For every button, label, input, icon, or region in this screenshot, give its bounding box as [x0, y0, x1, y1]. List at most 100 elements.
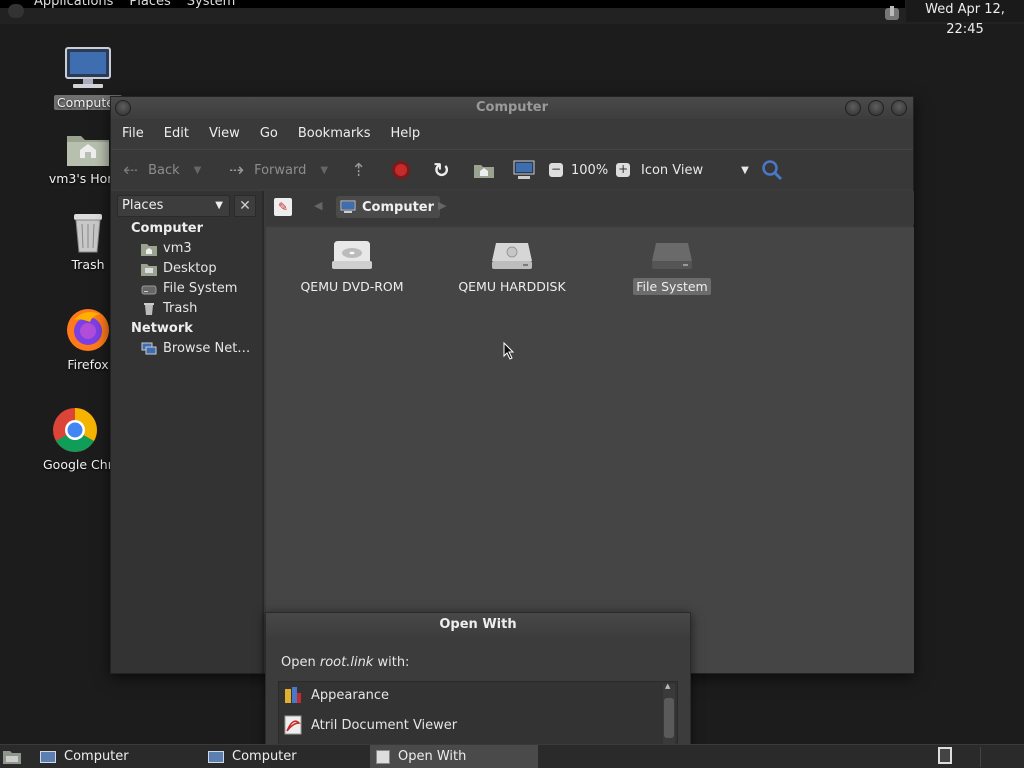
- zoom-out-icon[interactable]: −: [549, 163, 563, 177]
- view-mode-select[interactable]: Icon View ▼: [641, 150, 749, 190]
- desktop-icon-label: Google Chrome: [43, 457, 110, 472]
- sidebar-item-desktop[interactable]: Desktop: [141, 261, 217, 276]
- desktop-icon-trash[interactable]: Trash: [58, 210, 118, 272]
- workspace-2[interactable]: [980, 747, 1020, 767]
- chevron-down-icon: ▼: [215, 200, 223, 211]
- menubar: File Edit View Go Bookmarks Help: [111, 119, 913, 147]
- application-list: Appearance Atril Document Viewer ▲: [278, 681, 678, 753]
- menu-go[interactable]: Go: [260, 126, 278, 141]
- chevron-down-icon: ▼: [741, 164, 749, 176]
- sidebar-item-label: vm3: [163, 241, 192, 256]
- firefox-icon: [67, 309, 109, 351]
- computer-icon: [65, 47, 111, 88]
- sidebar-places-value: Places: [122, 198, 164, 213]
- filesystem-drive-icon: [652, 243, 692, 269]
- menu-file[interactable]: File: [122, 126, 144, 141]
- prompt-prefix: Open: [281, 655, 320, 670]
- hard-disk-icon: [492, 243, 532, 269]
- home-folder-icon: [67, 136, 109, 166]
- breadcrumb-computer[interactable]: Computer: [336, 196, 441, 218]
- close-icon: ✕: [239, 198, 251, 214]
- bottom-panel: Computer Computer Open With: [0, 744, 1024, 768]
- sidebar-item-vm3[interactable]: vm3: [141, 241, 192, 256]
- show-desktop-button[interactable]: [2, 748, 22, 765]
- drive-label: File System: [633, 278, 711, 295]
- menu-edit[interactable]: Edit: [164, 126, 189, 141]
- open-with-dialog: Open With Open root.link with: Appearanc…: [265, 612, 691, 753]
- forward-arrow-icon: ⇢: [229, 159, 245, 181]
- maximize-button[interactable]: [868, 100, 884, 116]
- reload-button[interactable]: ↻: [433, 150, 450, 190]
- desktop-icon-label: Firefox: [67, 357, 109, 372]
- scrollbar-thumb[interactable]: [664, 698, 674, 738]
- taskbar-item-computer-1[interactable]: Computer: [34, 745, 198, 768]
- window-title: Computer: [475, 100, 549, 115]
- app-list-scrollbar[interactable]: ▲: [663, 682, 675, 752]
- zoom-level[interactable]: 100%: [571, 163, 608, 178]
- network-icon: [141, 342, 157, 354]
- app-item-appearance[interactable]: Appearance: [283, 682, 389, 708]
- places-menu[interactable]: Places: [129, 0, 170, 16]
- sidebar-close-button[interactable]: ✕: [234, 195, 256, 217]
- drive-icon: [141, 285, 157, 294]
- top-panel: Applications Places System Wed Apr 12, 2…: [0, 0, 1024, 37]
- scroll-up-icon[interactable]: ▲: [665, 682, 670, 690]
- breadcrumb-left-arrow-icon[interactable]: ◀: [314, 199, 322, 212]
- window-titlebar[interactable]: Computer: [111, 97, 913, 119]
- clock[interactable]: Wed Apr 12, 22:45: [906, 0, 1024, 37]
- mouse-cursor-icon: [503, 342, 515, 360]
- taskbar-item-computer-2[interactable]: Computer: [202, 745, 366, 768]
- breadcrumb-right-arrow-icon[interactable]: ▶: [438, 199, 446, 212]
- dialog-prompt: Open root.link with:: [281, 655, 409, 670]
- computer-button[interactable]: [513, 150, 535, 190]
- forward-dropdown-icon[interactable]: ▼: [320, 165, 328, 176]
- up-button[interactable]: ⇡: [351, 150, 366, 190]
- task-label: Computer: [232, 749, 297, 764]
- menu-help[interactable]: Help: [390, 126, 420, 141]
- volume-icon[interactable]: [882, 4, 902, 22]
- back-button[interactable]: ⇠ Back ▼: [123, 150, 201, 190]
- main-menu-logo-icon[interactable]: [8, 4, 24, 18]
- drive-item-dvd[interactable]: QEMU DVD-ROM: [282, 239, 422, 295]
- task-label: Open With: [398, 749, 467, 764]
- sidebar-places-select[interactable]: Places ▼: [117, 195, 230, 217]
- drive-item-file-system[interactable]: File System: [602, 239, 742, 295]
- sidebar-item-browse-network[interactable]: Browse Net…: [141, 341, 250, 356]
- back-arrow-icon: ⇠: [123, 159, 139, 181]
- sidebar-item-label: Browse Net…: [163, 341, 251, 356]
- search-button[interactable]: [761, 150, 783, 190]
- dialog-title[interactable]: Open With: [266, 613, 690, 637]
- chrome-icon: [53, 408, 97, 452]
- drive-item-harddisk[interactable]: QEMU HARDDISK: [442, 239, 582, 295]
- forward-button[interactable]: ⇢ Forward ▼: [229, 150, 328, 190]
- close-button[interactable]: [891, 100, 907, 116]
- menu-bookmarks[interactable]: Bookmarks: [298, 126, 371, 141]
- sidebar-item-label: Desktop: [163, 261, 217, 276]
- sidebar-item-file-system[interactable]: File System: [141, 281, 237, 296]
- desktop-icon-firefox[interactable]: Firefox: [58, 306, 118, 372]
- menu-view[interactable]: View: [209, 126, 240, 141]
- minimize-button[interactable]: [845, 100, 861, 116]
- task-label: Computer: [64, 749, 129, 764]
- forward-label: Forward: [254, 162, 307, 178]
- workspace-switcher[interactable]: [938, 747, 956, 767]
- up-arrow-icon: ⇡: [351, 159, 367, 181]
- drive-label: QEMU DVD-ROM: [300, 279, 404, 294]
- home-button[interactable]: [473, 150, 495, 190]
- breadcrumb-label: Computer: [362, 199, 435, 215]
- workspace-icon: [938, 747, 952, 764]
- computer-icon: [340, 200, 356, 213]
- stop-button[interactable]: [391, 150, 411, 190]
- desktop-icon-chrome[interactable]: Google Chrome: [40, 406, 110, 472]
- app-label: Atril Document Viewer: [311, 717, 458, 733]
- sidebar-item-trash[interactable]: Trash: [141, 301, 197, 316]
- zoom-in-icon[interactable]: +: [616, 163, 631, 177]
- prompt-suffix: with:: [373, 655, 410, 670]
- edit-location-button[interactable]: ✎: [274, 198, 292, 216]
- trash-icon: [74, 214, 102, 253]
- back-dropdown-icon[interactable]: ▼: [194, 165, 202, 176]
- taskbar-item-open-with[interactable]: Open With: [370, 745, 538, 768]
- app-item-atril[interactable]: Atril Document Viewer: [283, 712, 457, 738]
- applications-menu[interactable]: Applications: [34, 0, 113, 16]
- system-menu[interactable]: System: [187, 0, 235, 16]
